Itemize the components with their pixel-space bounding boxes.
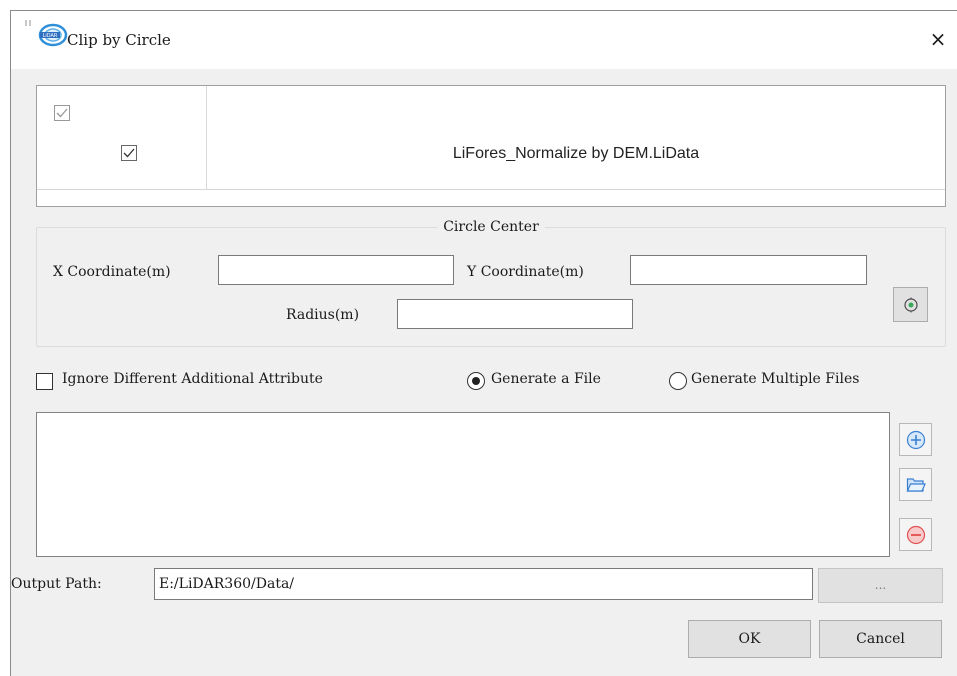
generate-multiple-radio[interactable]	[669, 372, 687, 390]
svg-text:LiDAR: LiDAR	[43, 33, 58, 39]
file-table: LiFores_Normalize by DEM.LiData	[36, 85, 946, 207]
column-divider	[206, 86, 207, 189]
window-title: Clip by Circle	[67, 31, 171, 49]
close-button[interactable]: ×	[923, 25, 953, 55]
table-header-row: LiFores_Normalize by DEM.LiData	[37, 86, 945, 190]
ignore-attribute-label: Ignore Different Additional Attribute	[62, 371, 323, 387]
x-coordinate-label: X Coordinate(m)	[53, 264, 171, 280]
lidar360-logo-icon: LiDAR	[38, 23, 68, 47]
pick-center-icon	[904, 297, 918, 313]
y-coordinate-input[interactable]	[630, 255, 867, 285]
generate-file-label: Generate a File	[491, 371, 601, 387]
clip-by-circle-dialog: LiDAR Clip by Circle × LiFores_Normalize…	[10, 10, 957, 676]
title-bar[interactable]: LiDAR Clip by Circle ×	[11, 11, 957, 69]
folder-open-icon	[906, 478, 926, 492]
radius-label: Radius(m)	[286, 307, 360, 323]
generate-multiple-label: Generate Multiple Files	[691, 371, 860, 387]
output-path-label: Output Path:	[11, 576, 102, 592]
select-all-checkbox[interactable]	[54, 105, 70, 121]
output-path-input[interactable]	[154, 568, 813, 600]
table-row-filename[interactable]: LiFores_Normalize by DEM.LiData	[207, 145, 945, 163]
browse-button[interactable]: ...	[818, 568, 943, 603]
options-row: Ignore Different Additional Attribute Ge…	[36, 370, 946, 394]
ignore-attribute-checkbox[interactable]	[36, 373, 53, 390]
x-coordinate-input[interactable]	[218, 255, 454, 285]
radius-input[interactable]	[397, 299, 633, 329]
y-coordinate-label: Y Coordinate(m)	[467, 264, 584, 280]
ok-button[interactable]: OK	[688, 620, 811, 658]
add-button[interactable]	[899, 423, 932, 456]
output-file-list[interactable]	[36, 412, 890, 557]
group-title: Circle Center	[37, 219, 945, 235]
pick-center-button[interactable]	[893, 287, 928, 322]
cancel-button[interactable]: Cancel	[819, 620, 942, 658]
circle-center-group: Circle Center X Coordinate(m) Y Coordina…	[36, 219, 946, 347]
generate-file-radio[interactable]	[467, 372, 485, 390]
drag-grip-icon[interactable]	[25, 20, 33, 26]
remove-button[interactable]	[899, 518, 932, 551]
open-folder-button[interactable]	[899, 468, 932, 501]
add-icon	[906, 430, 926, 450]
row-checkbox[interactable]	[121, 145, 137, 161]
remove-icon	[906, 525, 926, 545]
close-icon: ×	[929, 27, 947, 51]
